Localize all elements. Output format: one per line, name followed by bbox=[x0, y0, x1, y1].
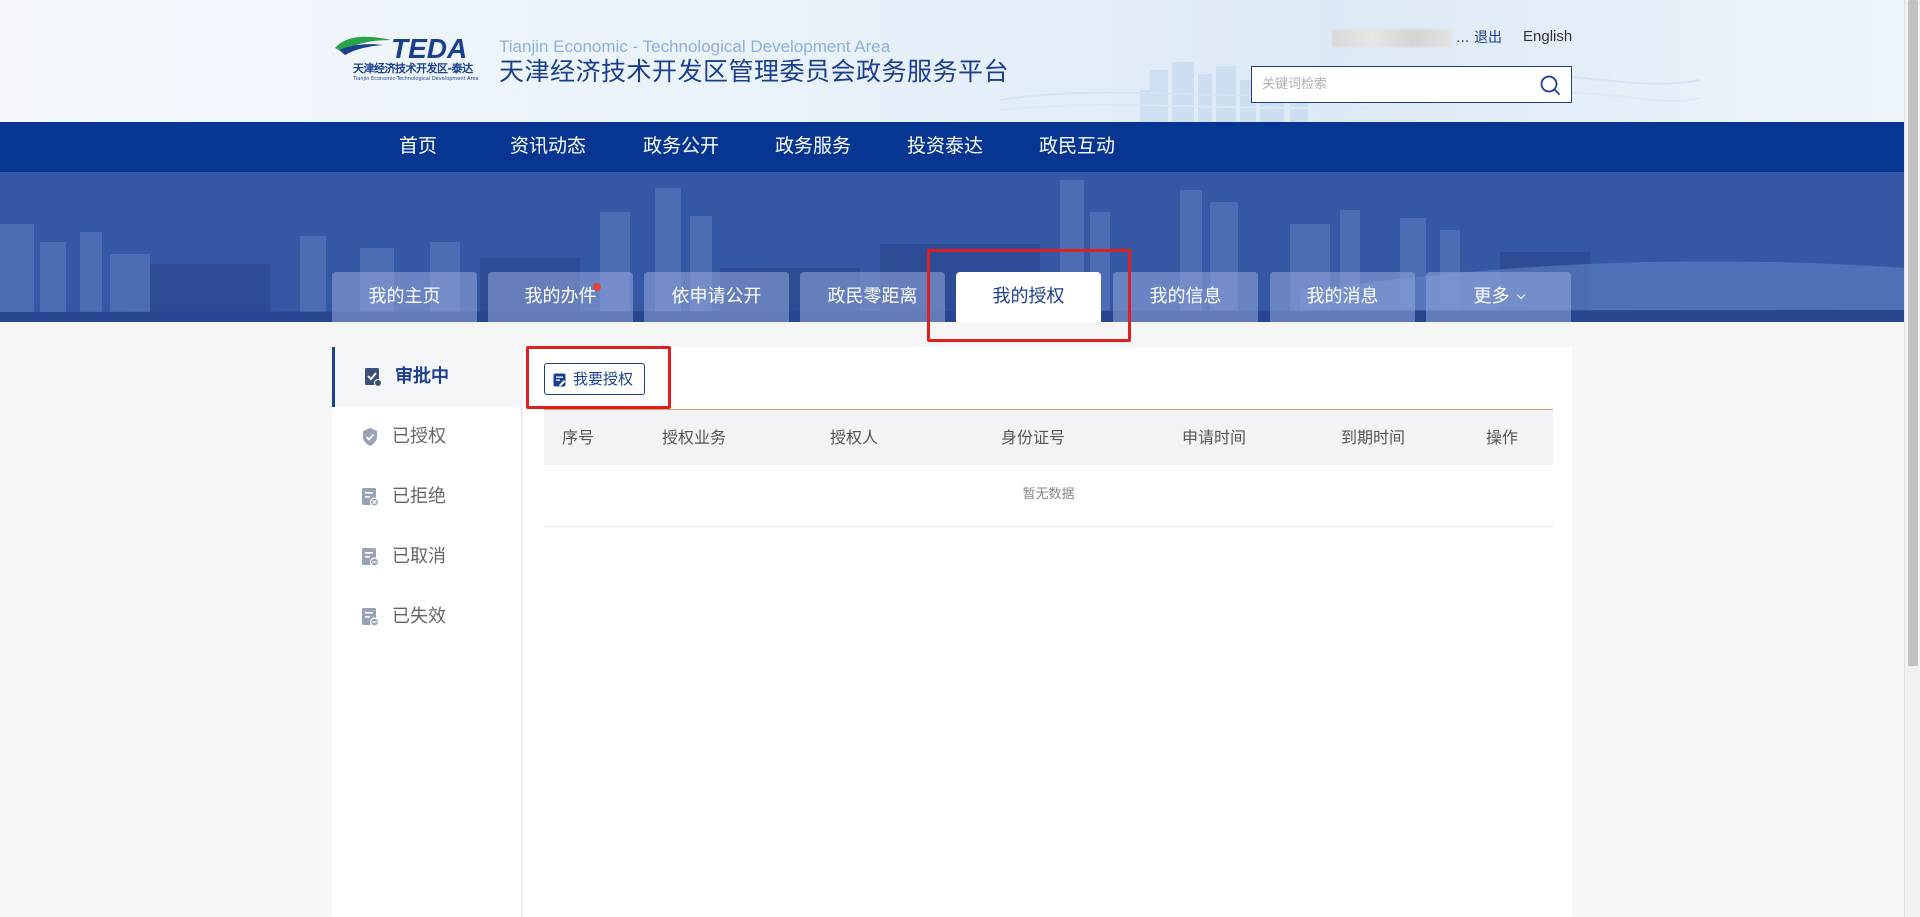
tab-label: 我的授权 bbox=[992, 286, 1065, 307]
tab-my-info[interactable]: 我的信息 bbox=[1113, 272, 1258, 322]
nav-gov-services[interactable]: 政务服务 bbox=[775, 122, 851, 172]
tab-more[interactable]: 更多 bbox=[1426, 272, 1571, 322]
logo-en-text: Tianjin Economic-Technological Developme… bbox=[353, 76, 479, 82]
nav-news[interactable]: 资讯动态 bbox=[510, 122, 586, 172]
logout-link[interactable]: 退出 bbox=[1474, 28, 1502, 48]
doc-reject-icon bbox=[362, 488, 379, 507]
site-header: TEDA 天津经济技术开发区-泰达 Tianjin Economic-Techn… bbox=[0, 0, 1904, 122]
sidebar-item-label: 已取消 bbox=[392, 546, 446, 567]
nav-gov-info[interactable]: 政务公开 bbox=[643, 122, 719, 172]
column-header-index: 序号 bbox=[562, 428, 595, 447]
english-link[interactable]: English bbox=[1523, 27, 1572, 47]
sidebar-item-cancelled[interactable]: 已取消 bbox=[332, 527, 522, 587]
column-header-id-number: 身份证号 bbox=[1001, 428, 1066, 447]
column-header-business: 授权业务 bbox=[662, 428, 727, 447]
tab-label: 我的办件 bbox=[524, 286, 597, 307]
scrollbar-thumb[interactable] bbox=[1908, 0, 1918, 666]
tab-my-home[interactable]: 我的主页 bbox=[332, 272, 477, 322]
column-header-actions: 操作 bbox=[1486, 428, 1519, 447]
nav-interaction[interactable]: 政民互动 bbox=[1039, 122, 1115, 172]
status-sidebar: 审批中 已授权 已拒绝 已取消 已失效 bbox=[332, 347, 522, 917]
tab-citizen-contact[interactable]: 政民零距离 bbox=[800, 272, 945, 322]
empty-state: 暂无数据 bbox=[544, 465, 1553, 527]
tab-my-messages[interactable]: 我的消息 bbox=[1270, 272, 1415, 322]
username-ellipsis: ... bbox=[1456, 30, 1470, 46]
sidebar-item-pending[interactable]: 审批中 bbox=[332, 347, 522, 407]
chevron-down-icon bbox=[1516, 290, 1525, 300]
doc-expired-icon bbox=[362, 608, 379, 627]
tab-info-request[interactable]: 依申请公开 bbox=[644, 272, 789, 322]
sidebar-item-label: 已授权 bbox=[392, 426, 446, 447]
nav-home[interactable]: 首页 bbox=[399, 122, 437, 172]
clipboard-check-icon bbox=[365, 368, 382, 387]
user-center-tabs: 我的主页 我的办件 依申请公开 政民零距离 我的授权 我的信息 我的消息 更多 bbox=[0, 272, 1904, 322]
tab-label: 我的信息 bbox=[1149, 286, 1222, 307]
nav-invest[interactable]: 投资泰达 bbox=[907, 122, 983, 172]
logo-cn-text: 天津经济技术开发区-泰达 bbox=[353, 62, 473, 75]
sidebar-item-authorized[interactable]: 已授权 bbox=[332, 407, 522, 467]
column-header-authorizer: 授权人 bbox=[830, 428, 879, 447]
tab-label: 依申请公开 bbox=[671, 286, 762, 307]
site-title-en: Tianjin Economic - Technological Develop… bbox=[499, 37, 891, 56]
username-redacted bbox=[1332, 29, 1452, 47]
tab-my-cases[interactable]: 我的办件 bbox=[488, 272, 633, 322]
button-label: 我要授权 bbox=[573, 370, 634, 388]
sidebar-item-rejected[interactable]: 已拒绝 bbox=[332, 467, 522, 527]
tab-label: 我的主页 bbox=[368, 286, 441, 307]
search-icon[interactable] bbox=[1539, 74, 1561, 96]
logo-brand-text: TEDA bbox=[391, 33, 468, 64]
tab-label: 政民零距离 bbox=[827, 286, 918, 307]
column-header-expiry-time: 到期时间 bbox=[1341, 428, 1406, 447]
sidebar-item-expired[interactable]: 已失效 bbox=[332, 587, 522, 647]
page-scrollbar[interactable] bbox=[1904, 0, 1920, 917]
notification-dot bbox=[593, 283, 601, 291]
teda-leaf-icon bbox=[335, 36, 391, 55]
shield-check-icon bbox=[363, 428, 377, 446]
column-header-apply-time: 申请时间 bbox=[1182, 428, 1247, 447]
tab-my-authorization[interactable]: 我的授权 bbox=[956, 272, 1101, 322]
teda-logo[interactable]: TEDA 天津经济技术开发区-泰达 Tianjin Economic-Techn… bbox=[333, 34, 489, 84]
main-nav: 首页 资讯动态 政务公开 政务服务 投资泰达 政民互动 bbox=[0, 122, 1904, 172]
authorization-panel: 我要授权 序号 授权业务 授权人 身份证号 申请时间 到期时间 操作 暂无数据 bbox=[523, 347, 1572, 917]
edit-doc-icon bbox=[553, 373, 566, 387]
sidebar-item-label: 已拒绝 bbox=[392, 486, 446, 507]
search-box bbox=[1251, 66, 1572, 103]
tab-label: 更多 bbox=[1473, 286, 1510, 307]
sidebar-item-label: 审批中 bbox=[395, 366, 449, 387]
table-header: 序号 授权业务 授权人 身份证号 申请时间 到期时间 操作 bbox=[544, 410, 1553, 465]
search-input[interactable] bbox=[1262, 67, 1532, 102]
site-title-cn: 天津经济技术开发区管理委员会政务服务平台 bbox=[499, 57, 1010, 86]
request-authorization-button[interactable]: 我要授权 bbox=[544, 363, 645, 395]
tab-label: 我的消息 bbox=[1306, 286, 1379, 307]
doc-cancel-icon bbox=[362, 548, 379, 567]
sidebar-item-label: 已失效 bbox=[392, 606, 446, 627]
